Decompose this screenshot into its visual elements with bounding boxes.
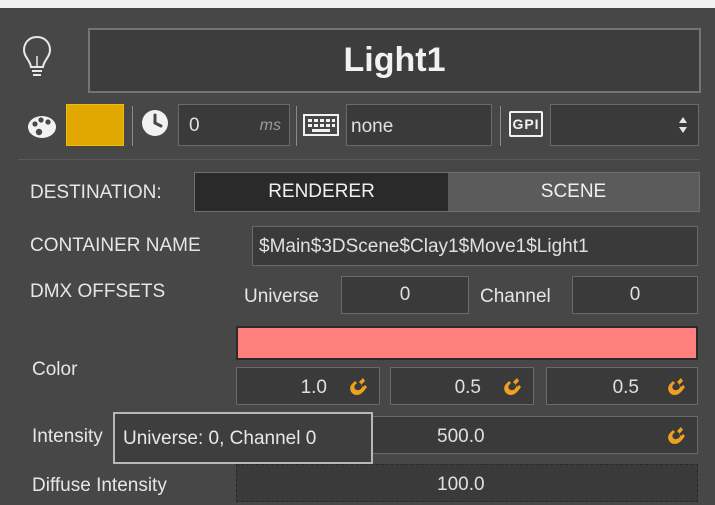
delay-value: 0 bbox=[189, 115, 200, 136]
gpi-icon: GPI bbox=[509, 111, 543, 137]
dmx-offsets-label: DMX OFFSETS bbox=[30, 281, 166, 302]
divider bbox=[296, 106, 297, 146]
gpi-label: GPI bbox=[512, 116, 540, 132]
section-divider bbox=[18, 159, 700, 160]
color-b-value: 0.5 bbox=[612, 377, 639, 398]
keyboard-shortcut-input[interactable]: none bbox=[346, 104, 492, 146]
divider bbox=[500, 106, 501, 146]
keyboard-value: none bbox=[351, 116, 394, 137]
animate-magnet-icon[interactable] bbox=[665, 375, 687, 397]
container-name-label: CONTAINER NAME bbox=[30, 235, 201, 256]
tooltip: Universe: 0, Channel 0 bbox=[113, 412, 373, 464]
title-field[interactable]: Light1 bbox=[88, 28, 701, 93]
animate-magnet-icon[interactable] bbox=[501, 375, 523, 397]
delay-unit: ms bbox=[259, 117, 281, 134]
diffuse-intensity-value: 100.0 bbox=[437, 474, 485, 495]
color-r-value: 1.0 bbox=[300, 377, 327, 398]
color-swatch-field[interactable] bbox=[236, 326, 698, 360]
destination-renderer-option[interactable]: RENDERER bbox=[195, 173, 448, 211]
destination-renderer-label: RENDERER bbox=[268, 181, 375, 202]
universe-input[interactable]: 0 bbox=[341, 276, 469, 314]
animate-magnet-icon[interactable] bbox=[347, 375, 369, 397]
destination-label: DESTINATION: bbox=[30, 182, 162, 203]
select-arrows-icon bbox=[678, 113, 688, 137]
universe-label: Universe bbox=[244, 286, 319, 307]
diffuse-intensity-input[interactable]: 100.0 bbox=[236, 464, 698, 502]
channel-value: 0 bbox=[629, 284, 641, 305]
color-g-input[interactable]: 0.5 bbox=[390, 367, 534, 405]
top-strip bbox=[0, 0, 715, 8]
animate-magnet-icon[interactable] bbox=[665, 424, 687, 446]
container-name-value: $Main$3DScene$Clay1$Move1$Light1 bbox=[259, 236, 589, 257]
channel-input[interactable]: 0 bbox=[572, 276, 698, 314]
diffuse-intensity-label: Diffuse Intensity bbox=[32, 475, 167, 496]
intensity-value: 500.0 bbox=[437, 426, 485, 447]
color-r-input[interactable]: 1.0 bbox=[236, 367, 380, 405]
universe-value: 0 bbox=[399, 284, 411, 305]
clock-icon bbox=[140, 108, 170, 138]
gpi-select[interactable] bbox=[550, 104, 699, 146]
keyboard-icon bbox=[303, 114, 339, 136]
palette-icon[interactable] bbox=[26, 112, 58, 140]
divider bbox=[132, 106, 133, 146]
container-name-field[interactable]: $Main$3DScene$Clay1$Move1$Light1 bbox=[252, 226, 698, 266]
tooltip-text: Universe: 0, Channel 0 bbox=[123, 428, 317, 449]
destination-scene-option[interactable]: SCENE bbox=[448, 173, 699, 211]
color-label: Color bbox=[32, 359, 78, 380]
intensity-label: Intensity bbox=[32, 426, 103, 447]
destination-toggle[interactable]: RENDERER SCENE bbox=[194, 172, 700, 212]
channel-label: Channel bbox=[480, 286, 551, 307]
color-swatch-button[interactable] bbox=[66, 104, 124, 146]
delay-input[interactable]: 0 ms bbox=[178, 104, 290, 146]
color-g-value: 0.5 bbox=[454, 377, 481, 398]
light-bulb-icon bbox=[22, 34, 52, 80]
destination-scene-label: SCENE bbox=[540, 181, 607, 202]
page-title: Light1 bbox=[343, 41, 446, 79]
color-b-input[interactable]: 0.5 bbox=[546, 367, 698, 405]
